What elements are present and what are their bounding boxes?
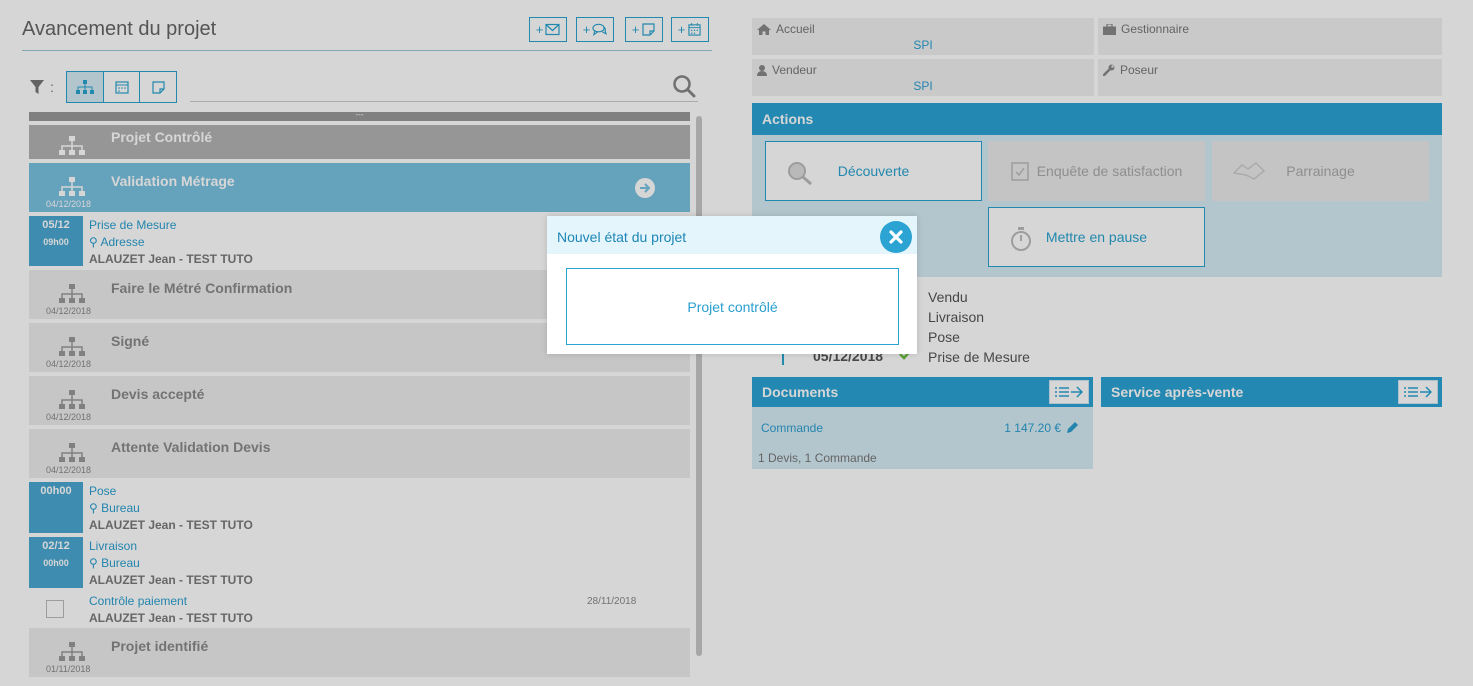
projet-controle-option[interactable]: Projet contrôlé — [566, 268, 899, 345]
close-button[interactable] — [880, 221, 912, 253]
modal-title: Nouvel état du projet — [557, 229, 687, 245]
close-icon — [889, 230, 903, 244]
modal-header: Nouvel état du projet — [547, 216, 917, 254]
new-state-modal: Nouvel état du projet Projet contrôlé — [547, 216, 917, 354]
